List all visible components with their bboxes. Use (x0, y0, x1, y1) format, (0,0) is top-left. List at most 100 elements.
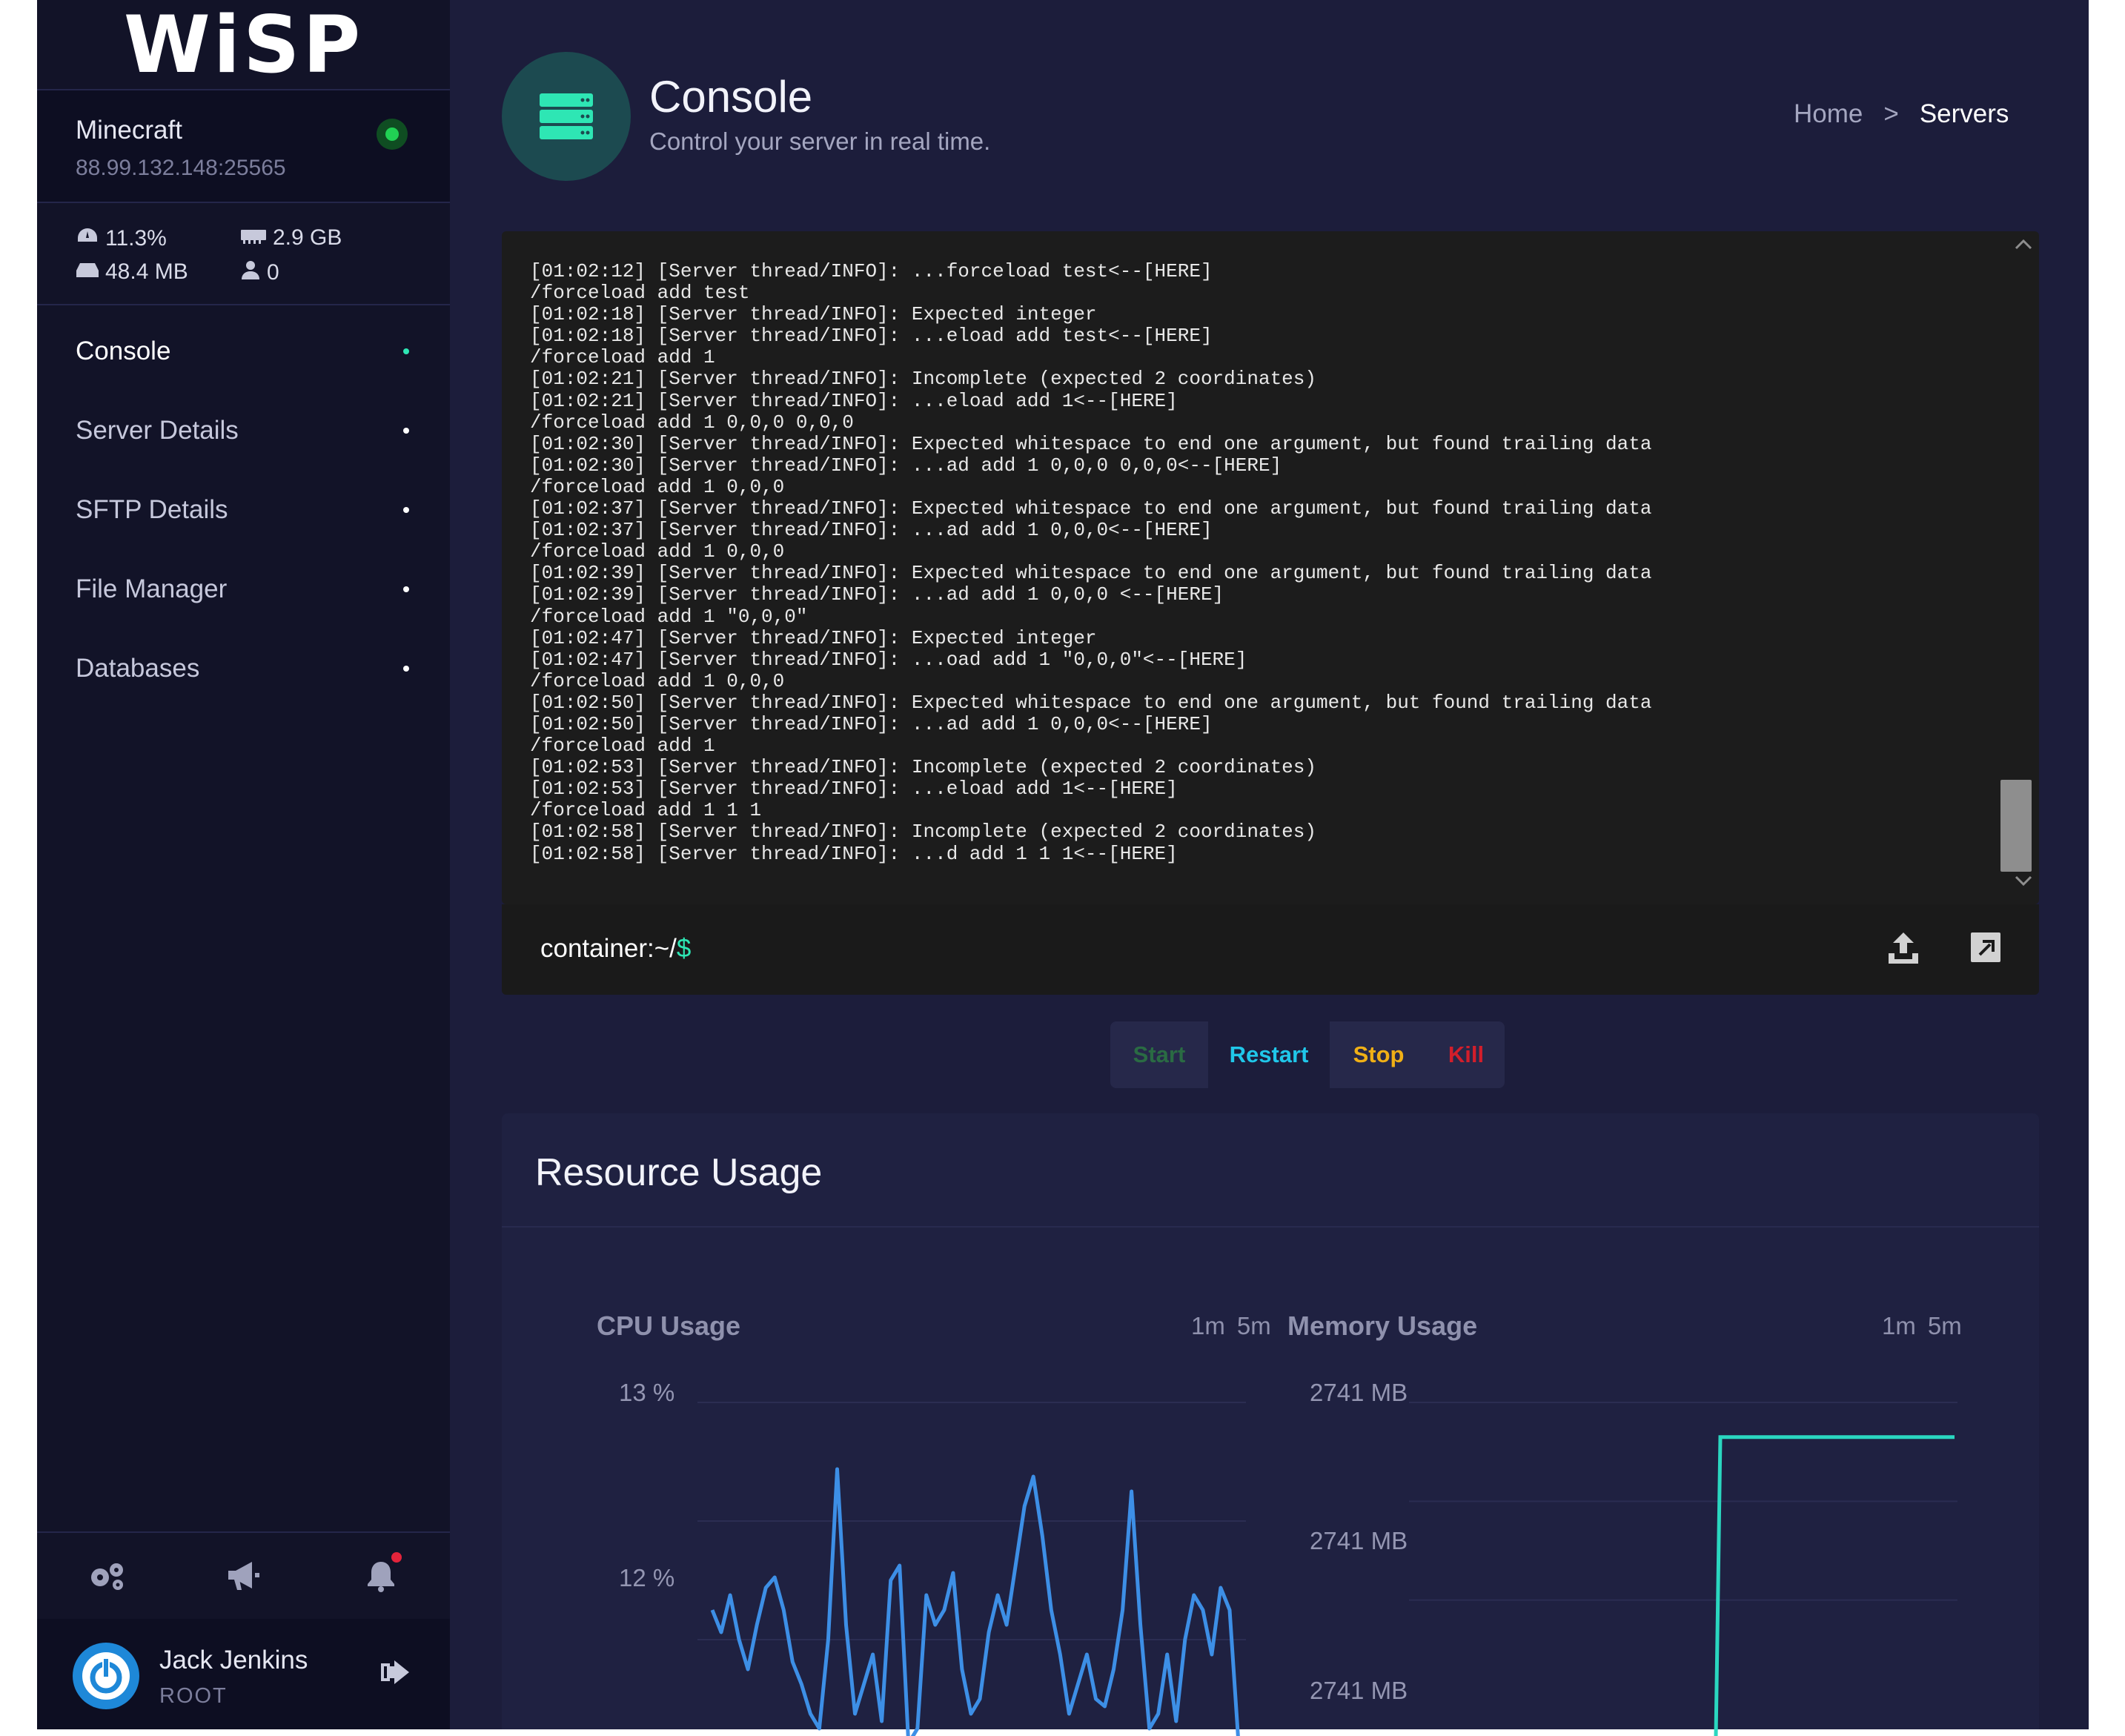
resource-usage-header: Resource Usage (502, 1113, 2039, 1228)
server-stats: 11.3% 2.9 GB 48.4 MB 0 (37, 205, 450, 305)
power-icon (82, 1652, 130, 1700)
console-line: [01:02:37] [Server thread/INFO]: Expecte… (530, 497, 1652, 520)
popout-icon[interactable] (1969, 931, 2002, 967)
breadcrumb-home[interactable]: Home (1794, 99, 1863, 129)
console-line: [01:02:12] [Server thread/INFO]: ...forc… (530, 260, 1213, 282)
console-line: [01:02:30] [Server thread/INFO]: ...ad a… (530, 454, 1282, 477)
console-line: /forceload add 1 (530, 346, 715, 369)
sidebar-item-label: Databases (76, 653, 200, 683)
restart-button[interactable]: Restart (1208, 1021, 1330, 1088)
breadcrumb-current[interactable]: Servers (1920, 99, 2009, 129)
console-line: [01:02:58] [Server thread/INFO]: Incompl… (530, 821, 1316, 844)
sidebar-item-sftp-details[interactable]: SFTP Details (37, 470, 450, 549)
gears-icon[interactable] (84, 1554, 128, 1598)
bell-icon[interactable] (359, 1552, 403, 1598)
user-icon (240, 259, 261, 286)
sidebar-item-databases[interactable]: Databases (37, 629, 450, 708)
wisp-logo[interactable]: WiSP (37, 0, 450, 90)
sidebar-item-label: File Manager (76, 574, 228, 603)
app-frame: WiSP Minecraft 88.99.132.148:25565 11.3%… (37, 0, 2089, 1736)
memory-icon (240, 225, 267, 251)
console-line: [01:02:21] [Server thread/INFO]: Incompl… (530, 368, 1316, 391)
console-line: [01:02:50] [Server thread/INFO]: ...ad a… (530, 712, 1213, 735)
memory-usage-chart (1409, 1402, 1957, 1736)
sidebar-item-console[interactable]: Console (37, 311, 450, 391)
nav-dot (403, 506, 409, 513)
console-output-panel[interactable]: [01:02:12] [Server thread/INFO]: ...forc… (502, 231, 2039, 904)
server-address: 88.99.132.148:25565 (76, 156, 286, 180)
memory-tick-label: 2741 MB (1310, 1527, 1408, 1554)
sidebar-item-file-manager[interactable]: File Manager (37, 549, 450, 629)
console-line: [01:02:53] [Server thread/INFO]: Incompl… (530, 756, 1316, 779)
memory-tick-label: 2741 MB (1310, 1677, 1408, 1704)
console-line: /forceload add 1 0,0,0 (530, 669, 785, 692)
sidebar-item-label: Server Details (76, 415, 239, 445)
console-prompt: container:~/$ (540, 934, 692, 963)
console-line: /forceload add 1 (530, 735, 715, 758)
range-1m-button[interactable]: 1m (1191, 1312, 1225, 1340)
scroll-down-icon[interactable] (2014, 875, 2033, 892)
range-5m-button[interactable]: 5m (1928, 1312, 1962, 1340)
sidebar: WiSP Minecraft 88.99.132.148:25565 11.3%… (37, 0, 450, 1729)
sidebar-item-label: SFTP Details (76, 494, 228, 524)
upload-icon[interactable] (1886, 931, 1921, 969)
resource-usage-card: Resource Usage CPU Usage 1m 5m 13 % 12 %… (502, 1113, 2039, 1736)
console-line: [01:02:21] [Server thread/INFO]: ...eloa… (530, 389, 1178, 412)
sidebar-item-server-details[interactable]: Server Details (37, 391, 450, 470)
console-line: [01:02:37] [Server thread/INFO]: ...ad a… (530, 519, 1213, 542)
breadcrumb-separator: > (1883, 99, 1899, 128)
sidebar-nav: Console Server Details SFTP Details File… (37, 311, 450, 708)
avatar[interactable] (73, 1643, 139, 1709)
console-line: [01:02:18] [Server thread/INFO]: ...eloa… (530, 325, 1213, 348)
page-subtitle: Control your server in real time. (649, 127, 991, 155)
active-indicator-dot (403, 348, 409, 354)
console-line: [01:02:47] [Server thread/INFO]: ...oad … (530, 648, 1247, 671)
cpu-stat: 11.3% (76, 225, 167, 252)
nav-dot (403, 586, 409, 592)
page-title: Console (649, 72, 813, 122)
memory-tick-label: 2741 MB (1310, 1379, 1408, 1406)
range-5m-button[interactable]: 5m (1237, 1312, 1271, 1340)
logout-icon[interactable] (378, 1657, 411, 1691)
speedometer-icon (76, 225, 99, 252)
console-command-input[interactable] (694, 927, 1806, 971)
stop-button[interactable]: Stop (1330, 1021, 1428, 1088)
sidebar-item-label: Console (76, 336, 171, 365)
console-scrollbar-thumb[interactable] (2000, 780, 2032, 872)
console-line: /forceload add test (530, 282, 750, 305)
server-status-indicator (377, 119, 408, 150)
console-line: [01:02:53] [Server thread/INFO]: ...eloa… (530, 778, 1178, 801)
console-line: [01:02:18] [Server thread/INFO]: Expecte… (530, 303, 1097, 326)
console-log: [01:02:12] [Server thread/INFO]: ...forc… (530, 260, 1983, 865)
scroll-up-icon[interactable] (2014, 237, 2033, 254)
console-line: [01:02:47] [Server thread/INFO]: Expecte… (530, 626, 1097, 649)
cpu-value: 11.3% (105, 226, 167, 251)
console-line: [01:02:39] [Server thread/INFO]: ...ad a… (530, 583, 1224, 606)
disk-stat: 48.4 MB (76, 259, 188, 285)
cpu-tick-label: 13 % (619, 1379, 675, 1406)
start-button[interactable]: Start (1110, 1021, 1208, 1088)
players-stat: 0 (240, 259, 279, 286)
user-role: ROOT (159, 1684, 228, 1708)
cpu-tick-label: 12 % (619, 1564, 675, 1591)
players-value: 0 (267, 260, 279, 285)
resource-usage-title: Resource Usage (535, 1151, 823, 1194)
console-line: /forceload add 1 0,0,0 (530, 475, 785, 498)
megaphone-icon[interactable] (221, 1554, 265, 1598)
server-summary[interactable]: Minecraft 88.99.132.148:25565 (37, 90, 450, 203)
memory-stat: 2.9 GB (240, 225, 342, 251)
console-header-icon (502, 52, 631, 181)
memory-chart-title: Memory Usage (1287, 1311, 1478, 1341)
cpu-usage-line (710, 1467, 1240, 1736)
nav-dot (403, 665, 409, 672)
breadcrumb: Home > Servers (1794, 99, 2009, 129)
cpu-range-selector: 1m 5m (1191, 1312, 1271, 1340)
range-1m-button[interactable]: 1m (1882, 1312, 1916, 1340)
kill-button[interactable]: Kill (1428, 1021, 1505, 1088)
notification-badge (391, 1552, 402, 1563)
disk-icon (76, 259, 99, 285)
nav-dot (403, 427, 409, 434)
console-input-bar: container:~/$ (502, 904, 2039, 995)
cpu-chart-title: CPU Usage (597, 1311, 741, 1341)
console-line: /forceload add 1 "0,0,0" (530, 605, 808, 628)
